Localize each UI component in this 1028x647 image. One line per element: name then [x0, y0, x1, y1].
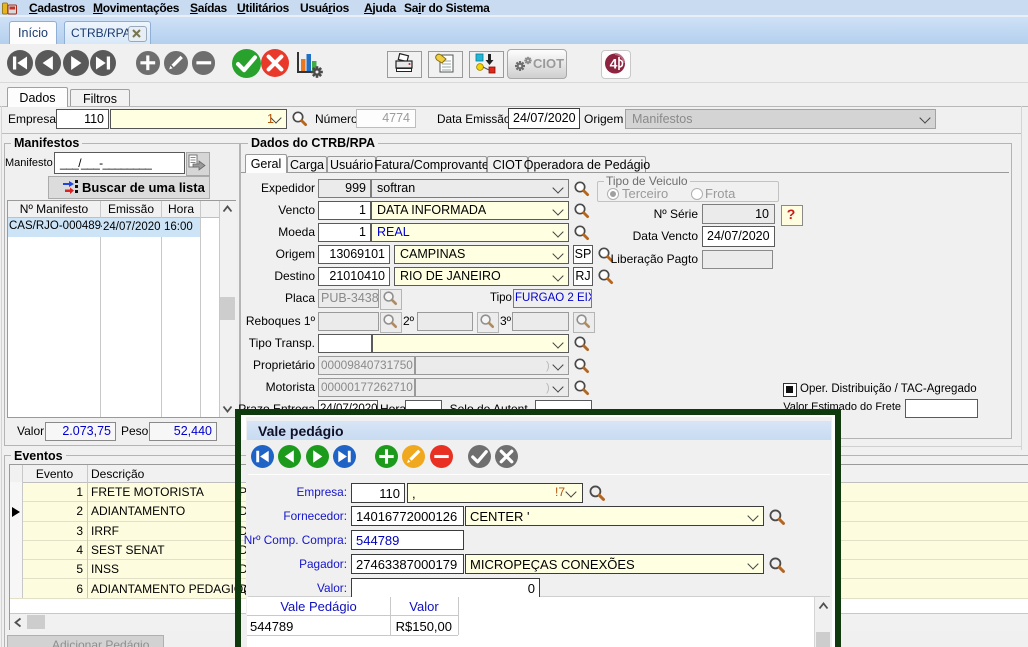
svg-text:4: 4 [610, 56, 618, 72]
